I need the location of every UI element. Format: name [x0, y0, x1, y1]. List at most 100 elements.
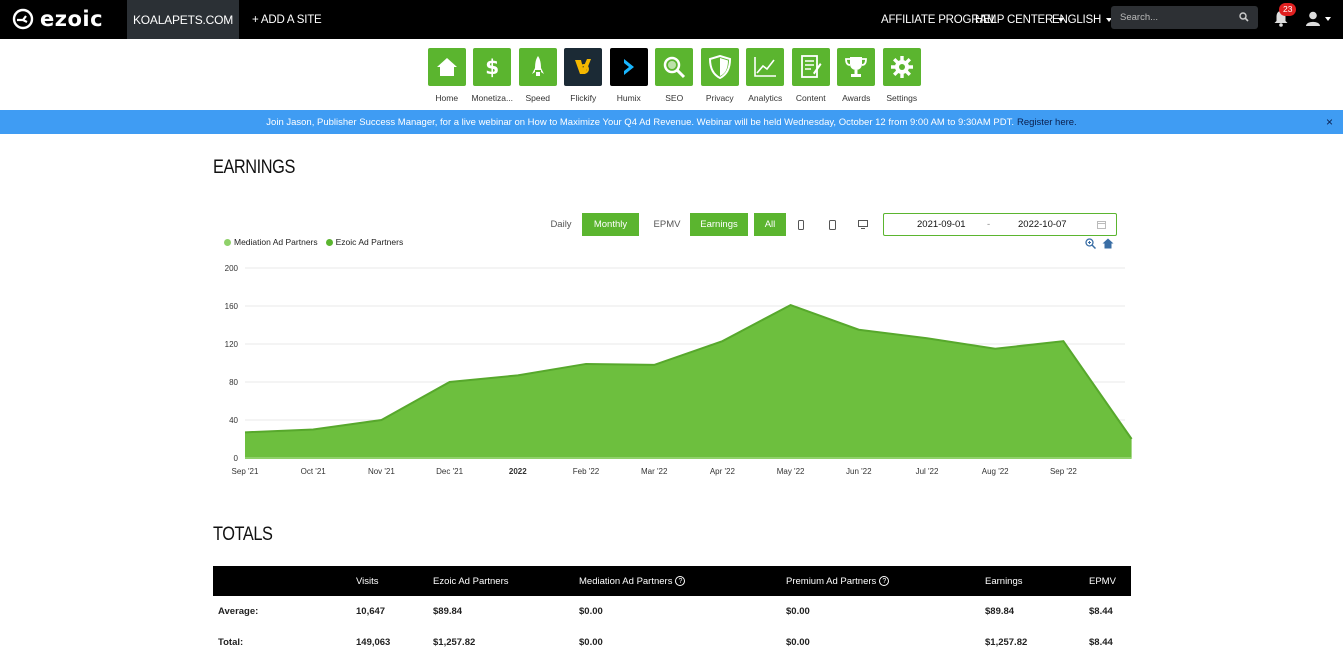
cell-ezoic-ad-partners: $89.84 [433, 605, 463, 617]
line-chart-icon [746, 48, 785, 86]
app-speed[interactable]: Speed [515, 48, 561, 103]
register-link[interactable]: Register here. [1017, 117, 1077, 128]
row-label: Total: [218, 636, 244, 648]
flickify-icon [564, 48, 603, 86]
cell-visits: 149,063 [356, 636, 391, 648]
gear-icon [882, 48, 921, 86]
app-label: Awards [842, 93, 871, 103]
ezoic-logo[interactable]: ezoic [12, 7, 103, 31]
add-site-link[interactable]: + ADD A SITE [252, 0, 322, 39]
earnings-toggle[interactable]: Earnings [690, 213, 748, 236]
cell-mediation-ad-partners: $0.00 [579, 605, 603, 617]
app-seo[interactable]: SEO [652, 48, 698, 103]
cell-ezoic-ad-partners: $1,257.82 [433, 636, 476, 648]
chevron-down-icon [1325, 16, 1331, 21]
app-privacy[interactable]: Privacy [697, 48, 743, 103]
x-tick-label: Aug '22 [982, 467, 1009, 476]
all-devices-toggle[interactable]: All [754, 213, 786, 236]
x-tick-label: May '22 [777, 467, 805, 476]
legend-swatch-ezoic [325, 238, 333, 246]
help-center-menu[interactable]: HELP CENTER [975, 0, 1065, 39]
shield-icon [700, 48, 739, 86]
monthly-toggle[interactable]: Monthly [582, 213, 639, 236]
date-separator: - [987, 219, 991, 230]
x-tick-label: Nov '21 [368, 467, 395, 476]
notification-badge[interactable]: 23 [1279, 3, 1297, 16]
legend-swatch-mediation [224, 238, 231, 246]
top-navigation-bar: ezoic KOALAPETS.COM + ADD A SITE AFFILIA… [0, 0, 1343, 39]
row-label: Average: [218, 605, 259, 617]
dollar-icon: $ [473, 48, 512, 86]
current-site-tab[interactable]: KOALAPETS.COM [127, 0, 239, 39]
trophy-icon [837, 48, 876, 86]
cell-premium-ad-partners: $0.00 [786, 636, 810, 648]
app-humix[interactable]: Humix [606, 48, 652, 103]
calendar-icon[interactable] [1097, 220, 1106, 229]
mobile-device-toggle[interactable] [792, 213, 810, 236]
x-tick-label: Jul '22 [916, 467, 939, 476]
app-settings[interactable]: Settings [879, 48, 925, 103]
document-icon [791, 48, 830, 86]
x-tick-label: Jun '22 [846, 467, 872, 476]
column-header-premium-ad-partners: Premium Ad Partners? [786, 566, 890, 596]
help-icon[interactable]: ? [879, 576, 890, 586]
legend-mediation[interactable]: Mediation Ad Partners [234, 237, 318, 247]
language-menu[interactable]: ENGLISH [1052, 0, 1113, 39]
app-label: Privacy [705, 93, 734, 103]
app-monetization[interactable]: $ Monetiza... [470, 48, 516, 103]
app-label: Monetiza... [471, 93, 514, 103]
totals-table-header: Visits Ezoic Ad Partners Mediation Ad Pa… [213, 566, 1131, 596]
app-label: Content [795, 93, 826, 103]
app-label: Speed [525, 93, 551, 103]
help-center-label: HELP CENTER [975, 13, 1054, 26]
daily-toggle[interactable]: Daily [546, 213, 576, 236]
epmv-toggle[interactable]: EPMV [651, 213, 683, 236]
app-label: Analytics [748, 93, 783, 103]
app-label: Settings [886, 93, 918, 103]
app-analytics[interactable]: Analytics [743, 48, 789, 103]
search-placeholder: Search... [1120, 12, 1159, 23]
language-label: ENGLISH [1052, 13, 1102, 26]
tablet-icon [828, 219, 836, 230]
legend-ezoic[interactable]: Ezoic Ad Partners [336, 237, 404, 247]
app-home[interactable]: Home [424, 48, 470, 103]
date-range-picker[interactable]: 2021-09-01 - 2022-10-07 [883, 213, 1117, 236]
search-input[interactable]: Search... [1111, 6, 1258, 29]
earnings-chart: 0 40 80 120 160 200 Sep '21 Oct '21 Nov '21 Dec '… [225, 264, 1133, 476]
close-icon[interactable]: × [1326, 115, 1333, 129]
help-icon[interactable]: ? [675, 576, 686, 586]
webinar-banner: Join Jason, Publisher Success Manager, f… [0, 110, 1343, 134]
phone-icon [798, 219, 804, 230]
app-awards[interactable]: Awards [834, 48, 880, 103]
y-tick-label: 120 [225, 340, 239, 349]
cell-visits: 10,647 [356, 605, 386, 617]
user-avatar-icon [1306, 11, 1320, 26]
y-tick-label: 200 [225, 264, 239, 273]
cell-mediation-ad-partners: $0.00 [579, 636, 603, 648]
desktop-device-toggle[interactable] [854, 213, 872, 236]
y-tick-label: 160 [225, 302, 239, 311]
app-flickify[interactable]: Flickify [561, 48, 607, 103]
y-tick-label: 0 [234, 454, 239, 463]
column-header-mediation-ad-partners: Mediation Ad Partners? [579, 566, 686, 596]
x-tick-label: Sep '21 [232, 467, 259, 476]
reset-zoom-home-icon[interactable] [1102, 238, 1114, 249]
cell-epmv: $8.44 [1089, 636, 1113, 648]
y-tick-label: 40 [229, 416, 238, 425]
date-end: 2022-10-07 [1018, 219, 1067, 230]
home-icon [427, 48, 466, 86]
tablet-device-toggle[interactable] [823, 213, 841, 236]
magnifier-icon [655, 48, 694, 86]
humix-icon [609, 48, 648, 86]
user-menu[interactable] [1306, 11, 1331, 26]
x-tick-label: Mar '22 [641, 467, 668, 476]
ezoic-logo-icon [12, 8, 34, 30]
banner-text: Join Jason, Publisher Success Manager, f… [266, 116, 1015, 128]
search-icon[interactable] [1239, 12, 1249, 22]
app-label: Flickify [570, 93, 597, 103]
zoom-icon[interactable] [1085, 238, 1096, 249]
app-content[interactable]: Content [788, 48, 834, 103]
column-header-earnings: Earnings [985, 575, 1023, 587]
mediation-header-label: Mediation Ad Partners [579, 575, 673, 587]
date-start: 2021-09-01 [917, 219, 966, 230]
